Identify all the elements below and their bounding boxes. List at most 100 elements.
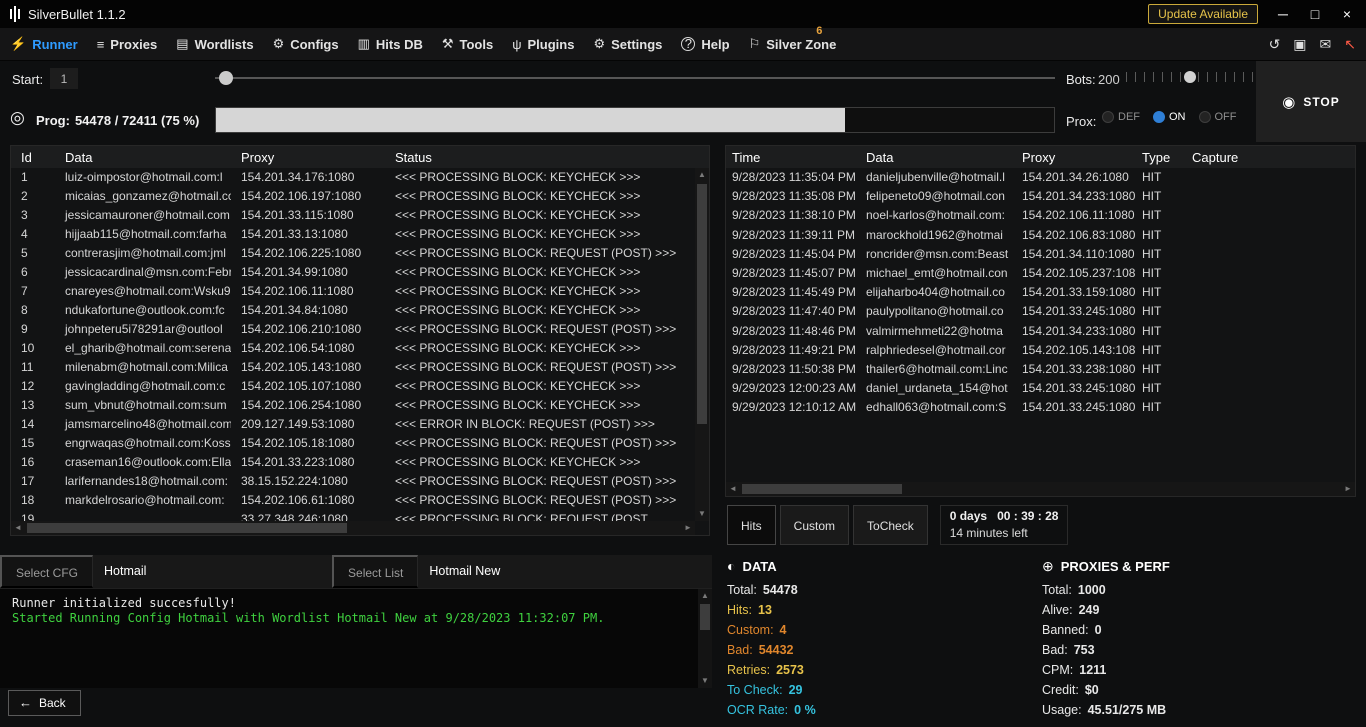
table-row[interactable]: 9/28/2023 11:39:11 PM marockhold1962@hot… (726, 226, 1355, 245)
table-row[interactable]: 5 contrerasjim@hotmail.com:jml 154.202.1… (11, 244, 695, 263)
slider-track[interactable] (215, 77, 1055, 79)
cursor-icon[interactable]: ↖ (1344, 36, 1356, 53)
prox-radio-option[interactable]: DEF (1102, 111, 1140, 123)
results-tab[interactable]: Custom (780, 505, 849, 545)
camera-icon[interactable]: ▣ (1293, 36, 1306, 53)
column-header[interactable]: Capture (1186, 150, 1355, 165)
minimize-button[interactable]: ─ (1274, 6, 1292, 22)
radio-icon[interactable] (1153, 111, 1165, 123)
nav-item-settings[interactable]: ⚙ Settings (593, 36, 662, 52)
scroll-right-icon[interactable]: ► (1341, 482, 1355, 496)
table-row[interactable]: 9/28/2023 11:35:04 PM danieljubenville@h… (726, 168, 1355, 187)
back-button[interactable]: ← Back (8, 690, 81, 716)
position-slider[interactable] (215, 69, 1055, 87)
scrollbar-thumb[interactable] (742, 484, 902, 494)
plugins-icon: ψ (512, 37, 521, 52)
table-row[interactable]: 9/29/2023 12:10:12 AM edhall063@hotmail.… (726, 398, 1355, 417)
update-available-button[interactable]: Update Available (1148, 4, 1258, 24)
table-row[interactable]: 16 craseman16@outlook.com:Ella 154.201.3… (11, 453, 695, 472)
nav-item-wordlists[interactable]: ▤ Wordlists (176, 36, 253, 52)
prox-radio-option[interactable]: ON (1153, 111, 1186, 123)
table-row[interactable]: 11 milenabm@hotmail.com:Milica 154.202.1… (11, 358, 695, 377)
cell-data: jessicacardinal@msn.com:Febr (55, 263, 231, 282)
scroll-up-icon[interactable]: ▲ (698, 589, 712, 603)
nav-item-help[interactable]: ? Help (681, 37, 729, 52)
table-row[interactable]: 1 luiz-oimpostor@hotmail.com:l 154.201.3… (11, 168, 695, 187)
table-row[interactable]: 3 jessicamauroner@hotmail.com 154.201.33… (11, 206, 695, 225)
maximize-button[interactable]: □ (1306, 6, 1324, 22)
cell-type: HIT (1136, 206, 1186, 225)
horizontal-scrollbar[interactable]: ◄ ► (11, 521, 695, 535)
nav-item-proxies[interactable]: ≡ Proxies (97, 37, 158, 52)
scrollbar-thumb[interactable] (27, 523, 347, 533)
close-button[interactable]: × (1338, 6, 1356, 22)
table-row[interactable]: 7 cnareyes@hotmail.com:Wsku9 154.202.106… (11, 282, 695, 301)
hits-table-header: Time Data Proxy Type Capture (726, 146, 1355, 168)
radio-icon[interactable] (1199, 111, 1211, 123)
radio-icon[interactable] (1102, 111, 1114, 123)
nav-item-hits-db[interactable]: ▥ Hits DB (358, 36, 423, 52)
results-tab[interactable]: ToCheck (853, 505, 928, 545)
column-header[interactable]: Id (11, 150, 55, 165)
table-row[interactable]: 13 sum_vbnut@hotmail.com:sum 154.202.106… (11, 396, 695, 415)
table-row[interactable]: 4 hijjaab115@hotmail.com:farha 154.201.3… (11, 225, 695, 244)
table-row[interactable]: 9/28/2023 11:35:08 PM felipeneto09@hotma… (726, 187, 1355, 206)
table-row[interactable]: 19 33.27.348.246:1080 <<< PROCESSING BLO… (11, 510, 695, 521)
history-icon[interactable]: ↺ (1269, 36, 1281, 53)
table-row[interactable]: 9/28/2023 11:45:49 PM elijaharbo404@hotm… (726, 283, 1355, 302)
scroll-down-icon[interactable]: ▼ (695, 507, 709, 521)
horizontal-scrollbar[interactable]: ◄ ► (726, 482, 1355, 496)
vertical-scrollbar[interactable]: ▲ ▼ (695, 168, 709, 521)
results-tab[interactable]: Hits (727, 505, 776, 545)
nav-item-silver-zone[interactable]: ⚐ Silver Zone 6 (749, 36, 837, 52)
slider-knob[interactable] (219, 71, 233, 85)
column-header[interactable]: Time (726, 150, 860, 165)
table-row[interactable]: 9/28/2023 11:47:40 PM paulypolitano@hotm… (726, 302, 1355, 321)
scroll-up-icon[interactable]: ▲ (695, 168, 709, 182)
column-header[interactable]: Data (860, 150, 1016, 165)
table-row[interactable]: 18 markdelrosario@hotmail.com: 154.202.1… (11, 491, 695, 510)
table-row[interactable]: 9/28/2023 11:38:10 PM noel-karlos@hotmai… (726, 206, 1355, 225)
select-cfg-button[interactable]: Select CFG (0, 555, 93, 588)
chat-icon[interactable]: ✉ (1320, 36, 1332, 53)
scroll-down-icon[interactable]: ▼ (698, 674, 712, 688)
nav-item-tools[interactable]: ⚒ Tools (442, 36, 493, 52)
prox-radio-option[interactable]: OFF (1199, 111, 1237, 123)
table-row[interactable]: 12 gavingladding@hotmail.com:c 154.202.1… (11, 377, 695, 396)
column-header[interactable]: Proxy (1016, 150, 1136, 165)
scroll-left-icon[interactable]: ◄ (726, 482, 740, 496)
table-row[interactable]: 9/28/2023 11:45:07 PM michael_emt@hotmai… (726, 264, 1355, 283)
log-scrollbar[interactable]: ▲ ▼ (698, 589, 712, 688)
scrollbar-thumb[interactable] (697, 184, 707, 424)
nav-item-plugins[interactable]: ψ Plugins (512, 37, 574, 52)
table-row[interactable]: 14 jamsmarcelino48@hotmail.com 209.127.1… (11, 415, 695, 434)
table-row[interactable]: 9/28/2023 11:49:21 PM ralphriedesel@hotm… (726, 341, 1355, 360)
start-input[interactable] (50, 68, 78, 89)
table-row[interactable]: 9/28/2023 11:48:46 PM valmirmehmeti22@ho… (726, 322, 1355, 341)
scroll-right-icon[interactable]: ► (681, 521, 695, 535)
table-row[interactable]: 10 el_gharib@hotmail.com:serena 154.202.… (11, 339, 695, 358)
stop-button[interactable]: ◉ STOP (1256, 61, 1366, 142)
table-row[interactable]: 9/29/2023 12:00:23 AM daniel_urdaneta_15… (726, 379, 1355, 398)
select-list-button[interactable]: Select List (332, 555, 418, 588)
table-row[interactable]: 9/28/2023 11:50:38 PM thailer6@hotmail.c… (726, 360, 1355, 379)
column-header[interactable]: Data (55, 150, 231, 165)
config-bar: Select CFG Hotmail Select List Hotmail N… (0, 555, 712, 588)
table-row[interactable]: 2 micaias_gonzamez@hotmail.co 154.202.10… (11, 187, 695, 206)
column-header[interactable]: Status (385, 150, 709, 165)
table-row[interactable]: 6 jessicacardinal@msn.com:Febr 154.201.3… (11, 263, 695, 282)
nav-item-runner[interactable]: ⚡ Runner (10, 36, 78, 52)
column-header[interactable]: Type (1136, 150, 1186, 165)
table-row[interactable]: 9 johnpeteru5i78291ar@outlool 154.202.10… (11, 320, 695, 339)
table-row[interactable]: 8 ndukafortune@outlook.com:fc 154.201.34… (11, 301, 695, 320)
table-row[interactable]: 15 engrwaqas@hotmail.com:Koss 154.202.10… (11, 434, 695, 453)
data-circle-icon: ◐ (727, 558, 735, 574)
table-row[interactable]: 17 larifernandes18@hotmail.com: 38.15.15… (11, 472, 695, 491)
bots-slider[interactable] (1126, 68, 1254, 86)
table-row[interactable]: 9/28/2023 11:45:04 PM roncrider@msn.com:… (726, 245, 1355, 264)
scrollbar-thumb[interactable] (700, 604, 710, 630)
nav-item-configs[interactable]: ⚙ Configs (273, 36, 339, 52)
scroll-left-icon[interactable]: ◄ (11, 521, 25, 535)
column-header[interactable]: Proxy (231, 150, 385, 165)
bots-slider-knob[interactable] (1184, 71, 1196, 83)
